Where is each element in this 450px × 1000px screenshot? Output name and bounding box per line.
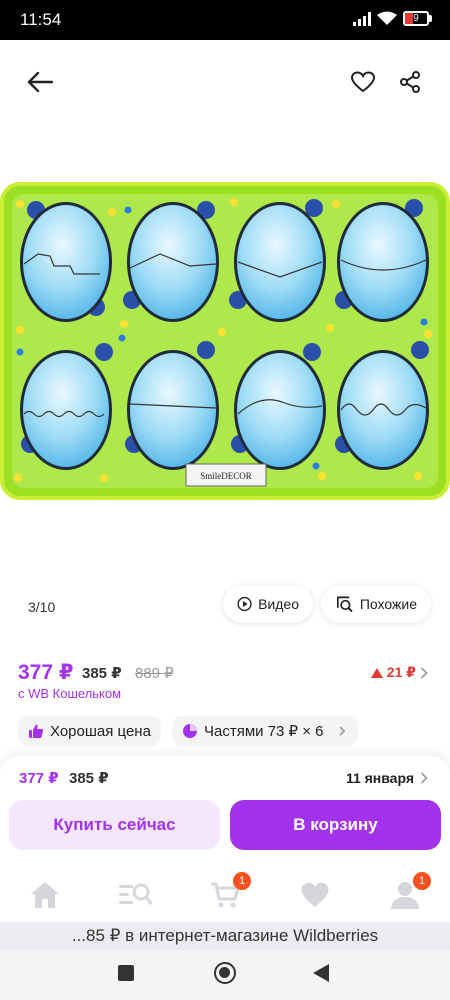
battery-level: 9 [413, 13, 419, 24]
chevron-right-icon [420, 666, 428, 679]
triangle-up-icon [370, 667, 383, 678]
product-gallery[interactable]: SmileDECOR 3/10 Видео Похожие [0, 40, 450, 640]
good-price-chip[interactable]: Хорошая цена [18, 716, 161, 746]
price-old: 889 ₽ [135, 665, 174, 682]
thumbs-up-icon [29, 724, 44, 738]
search-image-icon [336, 596, 353, 613]
price-change[interactable]: 21 ₽ [370, 664, 428, 681]
installments-label: Частями 73 ₽ × 6 [204, 723, 324, 740]
installments-chip[interactable]: Частями 73 ₽ × 6 [172, 716, 358, 746]
home-system-button[interactable] [214, 962, 236, 984]
nav-profile[interactable]: 1 [360, 864, 450, 926]
sheet-price: 377 ₽ [19, 770, 59, 787]
status-time: 11:54 [20, 10, 62, 29]
wifi-icon [377, 11, 397, 25]
video-label: Видео [258, 596, 299, 612]
add-to-cart-button[interactable]: В корзину [230, 800, 441, 850]
price-current: 377 ₽ [18, 661, 74, 684]
signal-icon [353, 11, 371, 26]
product-page: 11:54 9 SmileDECOR 3/10 Видео Похожие 37… [0, 0, 450, 1000]
price-without-wallet: 385 ₽ [82, 665, 122, 682]
heart-icon [301, 882, 329, 907]
cart-badge: 1 [233, 872, 251, 890]
brand-label: SmileDECOR [200, 471, 252, 481]
buy-sheet: 377 ₽ 385 ₽ 11 января Купить сейчас В ко… [0, 756, 450, 864]
favorite-button[interactable] [343, 62, 383, 102]
share-icon [400, 71, 420, 93]
nav-favorites[interactable] [270, 864, 360, 926]
image-counter: 3/10 [18, 590, 66, 624]
delivery-date-label: 11 января [345, 770, 414, 786]
catalog-search-icon [119, 883, 152, 905]
chevron-right-icon [338, 726, 345, 736]
similar-button[interactable]: Похожие [321, 585, 431, 623]
chevron-right-icon [420, 772, 428, 784]
wallet-note: с WB Кошельком [18, 686, 122, 701]
profile-badge: 1 [413, 872, 431, 890]
arrow-left-icon [27, 71, 53, 93]
good-price-label: Хорошая цена [50, 722, 151, 740]
nav-cart[interactable]: 1 [180, 864, 270, 926]
nav-catalog[interactable] [90, 864, 180, 926]
nav-home[interactable] [0, 864, 90, 926]
back-system-button[interactable] [313, 964, 329, 982]
heart-outline-icon [351, 71, 375, 93]
video-button[interactable]: Видео [223, 585, 313, 623]
similar-label: Похожие [359, 596, 417, 612]
sheet-wallet-price: 385 ₽ [69, 770, 109, 787]
page-footer: ...85 ₽ в интернет-магазине Wildberries [0, 922, 450, 950]
back-button[interactable] [20, 62, 60, 102]
price-block: 377 ₽ 385 ₽ 889 ₽ с WB Кошельком 21 ₽ Хо… [0, 640, 450, 760]
price-change-value: 21 ₽ [386, 664, 416, 680]
product-photo: SmileDECOR [0, 182, 450, 500]
pie-chart-icon [183, 724, 197, 738]
battery-icon: 9 [403, 11, 432, 26]
play-circle-icon [237, 596, 252, 612]
bottom-nav: 1 1 [0, 864, 450, 926]
status-bar: 11:54 9 [0, 0, 450, 40]
share-button[interactable] [390, 62, 430, 102]
home-icon [31, 882, 59, 908]
recent-apps-button[interactable] [118, 965, 134, 981]
delivery-date[interactable]: 11 января [346, 770, 428, 786]
buy-now-button[interactable]: Купить сейчас [9, 800, 220, 850]
system-nav-bar [0, 950, 450, 1000]
status-icons: 9 [353, 11, 432, 26]
